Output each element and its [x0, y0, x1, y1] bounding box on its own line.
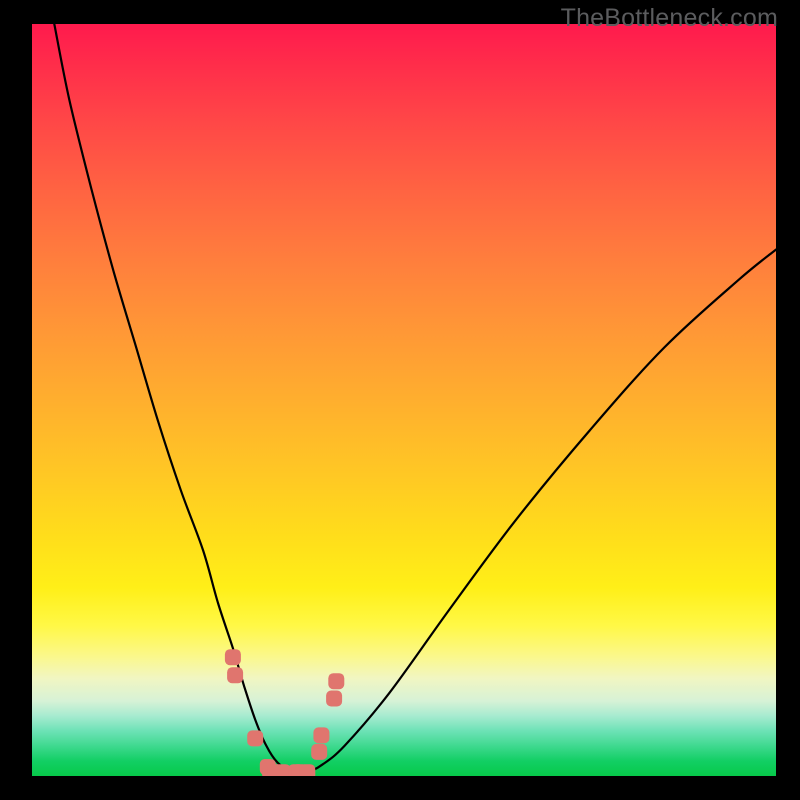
marker-point [328, 673, 344, 689]
marker-point [311, 744, 327, 760]
chart-frame: TheBottleneck.com [0, 0, 800, 800]
highlight-markers [225, 649, 344, 776]
curve-layer [32, 24, 776, 776]
watermark-text: TheBottleneck.com [561, 4, 778, 33]
plot-area [32, 24, 776, 776]
marker-point [313, 727, 329, 743]
marker-point [326, 691, 342, 707]
marker-point [299, 764, 315, 776]
marker-point [227, 667, 243, 683]
bottleneck-curve [54, 24, 776, 773]
marker-point [247, 730, 263, 746]
marker-point [225, 649, 241, 665]
